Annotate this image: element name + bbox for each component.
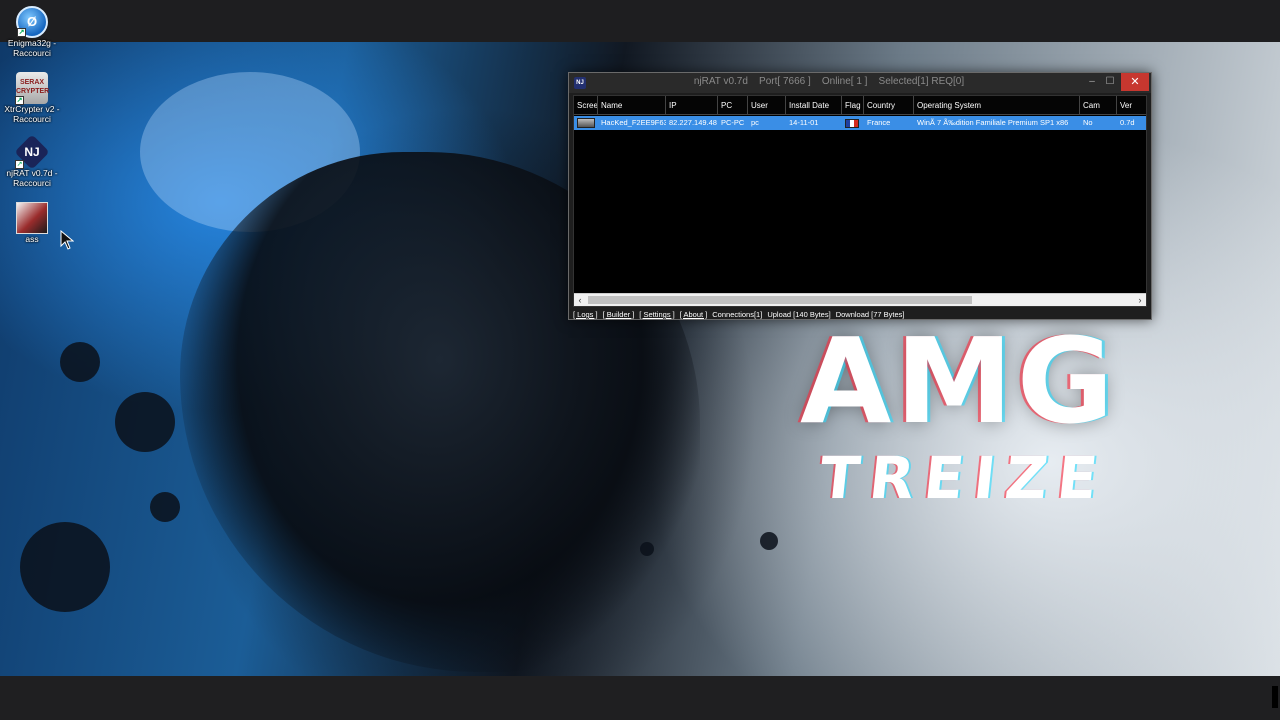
row-install-date: 14-11-01	[789, 118, 819, 127]
connections-status: Connections[1]	[712, 310, 763, 319]
desktop-icon-enigma[interactable]: Ø ↗ Enigma32g - Raccourci	[4, 6, 60, 58]
desktop-icon-xtrcrypter[interactable]: SERAX CRYPTER ↗ XtrCrypter v2 - Raccourc…	[4, 72, 60, 124]
download-status: Download [77 Bytes]	[835, 310, 905, 319]
shortcut-arrow-icon: ↗	[17, 28, 26, 37]
row-pc: PC-PC	[721, 118, 745, 127]
row-country: France	[867, 118, 891, 127]
row-ver: 0.7d	[1120, 118, 1135, 127]
scroll-left-icon[interactable]: ‹	[574, 294, 586, 306]
serax-crypter-icon: SERAX CRYPTER ↗	[15, 72, 50, 105]
status-bar: [ Logs ] [ Builder ] [ Settings ] [ Abou…	[573, 309, 1147, 320]
table-row[interactable]: HacKed_F2EE9F63 82.227.149.48 PC-PC pc 1…	[574, 116, 1146, 130]
screen-thumbnail	[577, 118, 595, 128]
scrollbar-thumb[interactable]	[588, 296, 972, 304]
column-header-install-date[interactable]: Install Date	[786, 96, 842, 115]
clients-table[interactable]: Scree Name IP PC User Install Date Flag …	[573, 95, 1147, 307]
wallpaper-bokeh	[115, 392, 175, 452]
column-header-flag[interactable]: Flag	[842, 96, 864, 115]
desktop-icon-label: njRAT v0.7d - Raccourci	[6, 168, 58, 188]
column-header-ver[interactable]: Ver	[1117, 96, 1146, 115]
bottom-bar	[0, 676, 1280, 720]
column-header-screen[interactable]: Scree	[574, 96, 598, 115]
column-header-ip[interactable]: IP	[666, 96, 718, 115]
minimize-button[interactable]: –	[1085, 73, 1099, 91]
enigma-icon-glyph: Ø	[26, 14, 38, 29]
shortcut-arrow-icon: ↗	[15, 160, 24, 169]
close-button[interactable]: ✕	[1121, 73, 1149, 91]
wallpaper-bokeh	[150, 492, 180, 522]
wallpaper-treize-text: TREIZE	[816, 444, 1111, 512]
about-link[interactable]: [ About ]	[680, 309, 708, 320]
image-file-icon	[16, 202, 48, 234]
wallpaper-bokeh	[760, 532, 778, 550]
horizontal-scrollbar[interactable]: ‹ ›	[574, 293, 1146, 306]
column-header-name[interactable]: Name	[598, 96, 666, 115]
window-title: njRAT v0.7d Port[ 7666 ] Online[ 1 ] Sel…	[693, 76, 965, 87]
row-cam: No	[1083, 118, 1093, 127]
wallpaper-amg-text: AMG	[800, 312, 1118, 450]
logs-link[interactable]: [ Logs ]	[573, 309, 598, 320]
column-header-cam[interactable]: Cam	[1080, 96, 1117, 115]
desktop-icon-ass[interactable]: ass	[4, 202, 60, 244]
wallpaper-bokeh	[60, 342, 100, 382]
njrat-window[interactable]: NJ njRAT v0.7d Port[ 7666 ] Online[ 1 ] …	[568, 72, 1152, 320]
wallpaper-bokeh	[640, 542, 654, 556]
desktop-icon-label: ass	[25, 234, 39, 244]
scroll-right-icon[interactable]: ›	[1134, 294, 1146, 306]
row-name: HacKed_F2EE9F63	[601, 118, 666, 127]
table-header: Scree Name IP PC User Install Date Flag …	[574, 96, 1146, 115]
bottom-notch	[1272, 686, 1278, 708]
row-user: pc	[751, 118, 759, 127]
upload-status: Upload [140 Bytes]	[767, 310, 831, 319]
column-header-pc[interactable]: PC	[718, 96, 748, 115]
shortcut-arrow-icon: ↗	[15, 96, 24, 105]
row-flag-cell	[842, 116, 864, 130]
column-header-operating-system[interactable]: Operating System	[914, 96, 1080, 115]
france-flag-icon	[845, 119, 859, 128]
maximize-button[interactable]: ☐	[1103, 73, 1117, 91]
window-titlebar[interactable]: NJ njRAT v0.7d Port[ 7666 ] Online[ 1 ] …	[569, 73, 1151, 93]
column-header-country[interactable]: Country	[864, 96, 914, 115]
mouse-cursor-icon	[60, 230, 74, 250]
row-operating-system: WinÃ 7 Ã‰dition Familiale Premium SP1 x8…	[917, 118, 1069, 127]
desktop-icon-njrat[interactable]: NJ ↗ njRAT v0.7d - Raccourci	[4, 134, 60, 188]
top-bar	[0, 0, 1280, 42]
row-ip: 82.227.149.48	[669, 118, 717, 127]
settings-link[interactable]: [ Settings ]	[639, 309, 674, 320]
builder-link[interactable]: [ Builder ]	[603, 309, 635, 320]
enigma-icon: Ø ↗	[16, 6, 48, 38]
desktop-icon-label: Enigma32g - Raccourci	[7, 38, 57, 58]
column-header-user[interactable]: User	[748, 96, 786, 115]
desktop-icon-label: XtrCrypter v2 - Raccourci	[4, 104, 60, 124]
njrat-icon: NJ ↗	[14, 134, 50, 170]
wallpaper-bokeh	[20, 522, 110, 612]
serax-icon-glyph: SERAX CRYPTER	[16, 79, 50, 95]
row-screen-cell	[574, 116, 598, 130]
